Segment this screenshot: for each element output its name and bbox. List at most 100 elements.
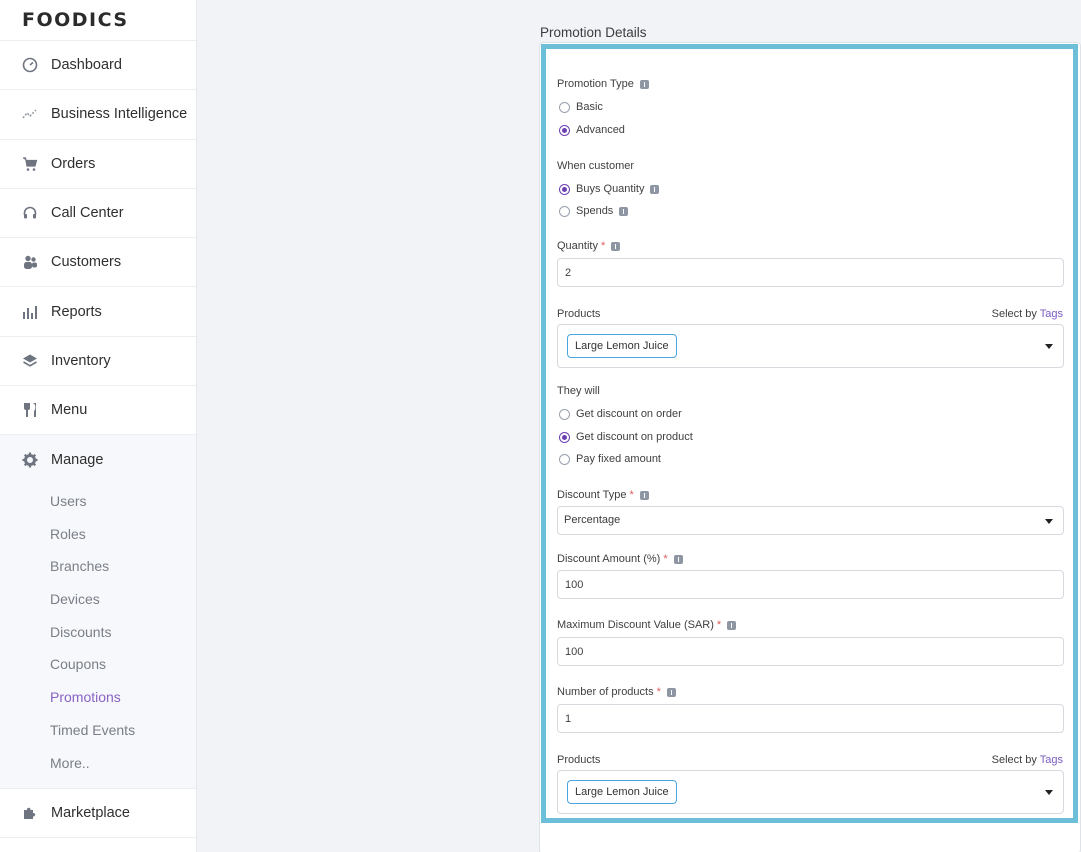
sidebar-subitem-branches[interactable]: Branches [0, 550, 196, 583]
select-by-text: Select by [991, 754, 1037, 766]
sidebar-item-label: Customers [51, 254, 122, 271]
info-icon[interactable] [727, 620, 737, 630]
sidebar-subitem-users[interactable]: Users [0, 485, 196, 518]
when-customer-label: When customer [557, 160, 634, 172]
max-discount-label: Maximum Discount Value (SAR) * [557, 619, 737, 631]
discount-on-order-radio[interactable]: Get discount on order [559, 408, 682, 420]
discount-amount-input[interactable]: 100 [557, 570, 1064, 599]
required-mark: * [716, 619, 722, 631]
discount-type-select[interactable]: Percentage [557, 506, 1064, 535]
sidebar: FOODICS Dashboard Business Intelligence … [0, 0, 197, 852]
sidebar-subitem-timed-events[interactable]: Timed Events [0, 713, 196, 746]
dashboard-icon [22, 57, 38, 73]
chevron-down-icon [1045, 518, 1053, 524]
sidebar-item-inventory[interactable]: Inventory [0, 337, 196, 387]
sidebar-item-customers[interactable]: Customers [0, 238, 196, 288]
info-icon[interactable] [639, 490, 649, 500]
required-mark: * [663, 553, 668, 565]
products-label: Products [557, 754, 600, 766]
products-select[interactable]: Large Lemon Juice [557, 770, 1064, 814]
info-icon[interactable] [619, 206, 629, 216]
radio-circle [559, 101, 570, 113]
discount-amount-label-text: Discount Amount (%) [557, 553, 661, 565]
info-icon[interactable] [639, 79, 649, 89]
customers-icon [22, 254, 38, 270]
select-by: Select by Tags [992, 308, 1063, 320]
number-of-products-input[interactable]: 1 [557, 704, 1064, 733]
info-icon[interactable] [611, 241, 621, 251]
puzzle-icon [22, 805, 38, 821]
radio-label: Get discount on order [576, 408, 682, 420]
products-label-text: Products [557, 754, 601, 766]
sidebar-item-label: Dashboard [51, 57, 122, 74]
sidebar-subitem-more[interactable]: More.. [0, 746, 196, 779]
sidebar-subitem-discounts[interactable]: Discounts [0, 615, 196, 648]
sidebar-subitem-coupons[interactable]: Coupons [0, 648, 196, 681]
chevron-down-icon [1045, 790, 1053, 795]
radio-label: Buys Quantity [576, 183, 645, 195]
info-icon[interactable] [650, 184, 660, 194]
radio-circle [559, 453, 570, 465]
product-tag[interactable]: Large Lemon Juice [567, 780, 677, 804]
they-will-label: They will [557, 385, 600, 397]
sidebar-item-dashboard[interactable]: Dashboard [0, 41, 196, 91]
promotion-type-label: Promotion Type [557, 78, 649, 90]
sidebar-item-manage[interactable]: Manage [0, 435, 196, 484]
number-of-products-label-text: Number of products [557, 686, 654, 698]
manage-section: Manage Users Roles Branches Devices Disc… [0, 435, 196, 789]
required-mark: * [656, 686, 661, 698]
quantity-label-text: Quantity [557, 240, 598, 252]
promotion-type-advanced-radio[interactable]: Advanced [559, 124, 625, 136]
radio-label: Spends [576, 205, 614, 217]
discount-type-value: Percentage [564, 514, 621, 526]
discount-type-label: Discount Type * [557, 489, 649, 501]
radio-label: Basic [576, 101, 603, 113]
pay-fixed-amount-radio[interactable]: Pay fixed amount [559, 453, 661, 465]
buys-quantity-radio[interactable]: Buys Quantity [559, 183, 660, 195]
max-discount-label-text: Maximum Discount Value (SAR) [557, 619, 714, 631]
products-select[interactable]: Large Lemon Juice [557, 324, 1064, 368]
promotion-details-card: Promotion Type Basic Advanced When custo… [541, 44, 1078, 823]
number-of-products-label: Number of products * [557, 686, 676, 698]
cart-icon [22, 156, 38, 172]
sidebar-item-label: Manage [51, 452, 104, 469]
sidebar-item-label: Call Center [51, 205, 124, 222]
sidebar-item-label: Orders [51, 155, 96, 172]
radio-circle-selected [559, 183, 570, 195]
info-icon[interactable] [666, 687, 676, 697]
layers-icon [22, 353, 38, 369]
bar-chart-icon [22, 304, 38, 320]
promotion-type-basic-radio[interactable]: Basic [559, 101, 603, 113]
sidebar-item-marketplace[interactable]: Marketplace [0, 789, 196, 839]
discount-type-label-text: Discount Type [557, 489, 627, 501]
sidebar-item-reports[interactable]: Reports [0, 287, 196, 337]
discount-on-product-radio[interactable]: Get discount on product [559, 431, 693, 443]
sidebar-subitem-roles[interactable]: Roles [0, 517, 196, 550]
sidebar-item-menu[interactable]: Menu [0, 386, 196, 436]
sidebar-subitem-promotions[interactable]: Promotions [0, 681, 196, 714]
radio-circle-selected [559, 124, 570, 136]
spends-radio[interactable]: Spends [559, 205, 629, 217]
sidebar-item-label: Marketplace [51, 805, 130, 821]
sidebar-item-call-center[interactable]: Call Center [0, 189, 196, 239]
info-icon[interactable] [673, 554, 683, 564]
required-mark: * [600, 240, 606, 252]
radio-circle [559, 408, 570, 420]
select-by-tags-link[interactable]: Tags [1040, 308, 1063, 320]
sidebar-subitem-devices[interactable]: Devices [0, 583, 196, 616]
section-title: Promotion Details [540, 25, 647, 40]
gear-icon [22, 452, 38, 468]
sidebar-item-label: Reports [51, 303, 102, 320]
headset-icon [22, 205, 38, 221]
quantity-input[interactable]: 2 [557, 258, 1064, 287]
sidebar-item-business-intelligence[interactable]: Business Intelligence [0, 90, 196, 140]
product-tag[interactable]: Large Lemon Juice [567, 334, 677, 358]
select-by-tags-link[interactable]: Tags [1040, 754, 1063, 766]
logo[interactable]: FOODICS [0, 0, 196, 41]
discount-amount-label: Discount Amount (%) * [557, 553, 683, 565]
sidebar-item-orders[interactable]: Orders [0, 140, 196, 189]
max-discount-input[interactable]: 100 [557, 637, 1064, 666]
radio-circle [559, 205, 570, 217]
required-mark: * [629, 489, 634, 501]
select-by-text: Select by [991, 308, 1037, 320]
